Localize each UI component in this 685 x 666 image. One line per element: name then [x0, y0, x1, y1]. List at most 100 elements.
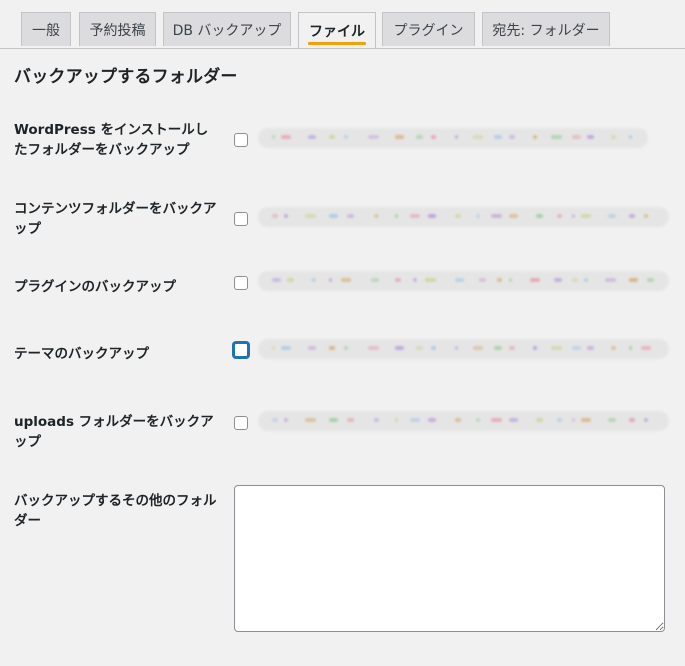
checkbox-themes[interactable] [233, 342, 249, 358]
checkbox-wordpress[interactable] [234, 133, 248, 147]
redaction-dot [497, 278, 502, 282]
extra-folders-textarea[interactable] [234, 485, 665, 632]
redaction-dot [308, 346, 316, 350]
redaction-dot [287, 278, 294, 282]
redaction-dot [410, 214, 420, 218]
redaction-dot [428, 418, 436, 422]
redaction-dot [494, 135, 502, 139]
redaction-dot [305, 214, 316, 218]
redaction-dot [374, 214, 379, 218]
redaction-dot [629, 135, 632, 139]
tab-schedule[interactable]: 予約投稿 [79, 12, 156, 46]
redaction-dot [572, 418, 575, 422]
tab-destination-folder-label: 宛先: フォルダー [492, 22, 600, 39]
redaction-dot [272, 214, 278, 218]
redaction-dot [455, 135, 458, 139]
redaction-dot [611, 346, 616, 350]
redaction-dot [629, 418, 635, 422]
redaction-dot [491, 214, 502, 218]
redaction-dot [611, 135, 616, 139]
redaction-dot [509, 278, 512, 282]
redaction-dot [344, 135, 348, 139]
redaction-dot [479, 278, 486, 282]
checkbox-plugins[interactable] [234, 276, 248, 290]
redaction-dot [284, 214, 288, 218]
redaction-dot [371, 278, 379, 282]
path-uploads-redacted [258, 411, 669, 431]
redaction-dot [431, 135, 436, 139]
redaction-dot [572, 346, 581, 350]
redaction-dot [581, 214, 591, 218]
redaction-dot [509, 214, 518, 218]
section-title: バックアップするフォルダー [14, 67, 238, 87]
redaction-dot [455, 214, 461, 218]
redaction-dot [587, 135, 594, 139]
path-content-redacted [258, 207, 669, 227]
redaction-dot [395, 135, 404, 139]
redaction-dot [329, 418, 338, 422]
tab-plugins[interactable]: プラグイン [382, 12, 475, 46]
tab-db-backup[interactable]: DB バックアップ [163, 12, 291, 46]
redaction-dot [533, 346, 537, 350]
redaction-dot [272, 418, 278, 422]
redaction-dot [368, 135, 379, 139]
redaction-dot [584, 278, 588, 282]
redaction-dot [410, 418, 420, 422]
redaction-dot [572, 278, 578, 282]
redaction-dot [431, 346, 436, 350]
redaction-dot [281, 346, 291, 350]
redaction-dot [608, 418, 616, 422]
redaction-dot [647, 278, 654, 282]
tab-destination-folder[interactable]: 宛先: フォルダー [482, 12, 610, 46]
redaction-dot [476, 214, 480, 218]
redaction-dot [641, 346, 651, 350]
tab-general-label: 一般 [32, 22, 60, 39]
redaction-dot [629, 278, 638, 282]
redaction-dot [608, 214, 616, 218]
redaction-dot [413, 278, 417, 282]
redaction-dot [395, 418, 398, 422]
redaction-dot [587, 346, 594, 350]
redaction-dot [605, 278, 616, 282]
checkbox-uploads[interactable] [234, 416, 248, 430]
redaction-dot [347, 214, 354, 218]
redaction-dot [629, 214, 635, 218]
redaction-dot [305, 418, 316, 422]
redaction-dot [416, 135, 423, 139]
redaction-dot [374, 418, 379, 422]
redaction-dot [455, 346, 458, 350]
redaction-dot [344, 346, 348, 350]
redaction-dot [629, 346, 632, 350]
redaction-dot [572, 214, 575, 218]
redaction-dot [509, 418, 518, 422]
tab-general[interactable]: 一般 [21, 12, 71, 46]
redaction-dot [557, 418, 562, 422]
redaction-dot [272, 278, 281, 282]
redaction-dot [329, 346, 335, 350]
redaction-dot [329, 278, 332, 282]
redaction-dot [428, 214, 436, 218]
redaction-dot [329, 135, 335, 139]
row-label-plugins: プラグインのバックアップ [14, 279, 176, 295]
redaction-dot [572, 135, 581, 139]
redaction-dot [491, 418, 502, 422]
redaction-dot [536, 418, 543, 422]
redaction-dot [644, 214, 648, 218]
redaction-dot [284, 418, 288, 422]
row-label-themes: テーマのバックアップ [14, 346, 149, 362]
tab-files-label: ファイル [309, 23, 365, 40]
redaction-dot [455, 278, 464, 282]
redaction-dot [395, 278, 401, 282]
redaction-dot [476, 418, 480, 422]
redaction-dot [557, 214, 562, 218]
path-plugins-redacted [258, 271, 669, 291]
redaction-dot [329, 214, 338, 218]
row-label-uploads: uploads フォルダーをバックアップ [14, 414, 214, 450]
redaction-dot [551, 346, 562, 350]
redaction-dot [494, 346, 502, 350]
redaction-dot [341, 278, 351, 282]
checkbox-content[interactable] [234, 212, 248, 226]
row-label-content: コンテンツフォルダーをバックアップ [14, 201, 217, 237]
tab-files[interactable]: ファイル [298, 12, 376, 48]
redaction-dot [425, 278, 436, 282]
